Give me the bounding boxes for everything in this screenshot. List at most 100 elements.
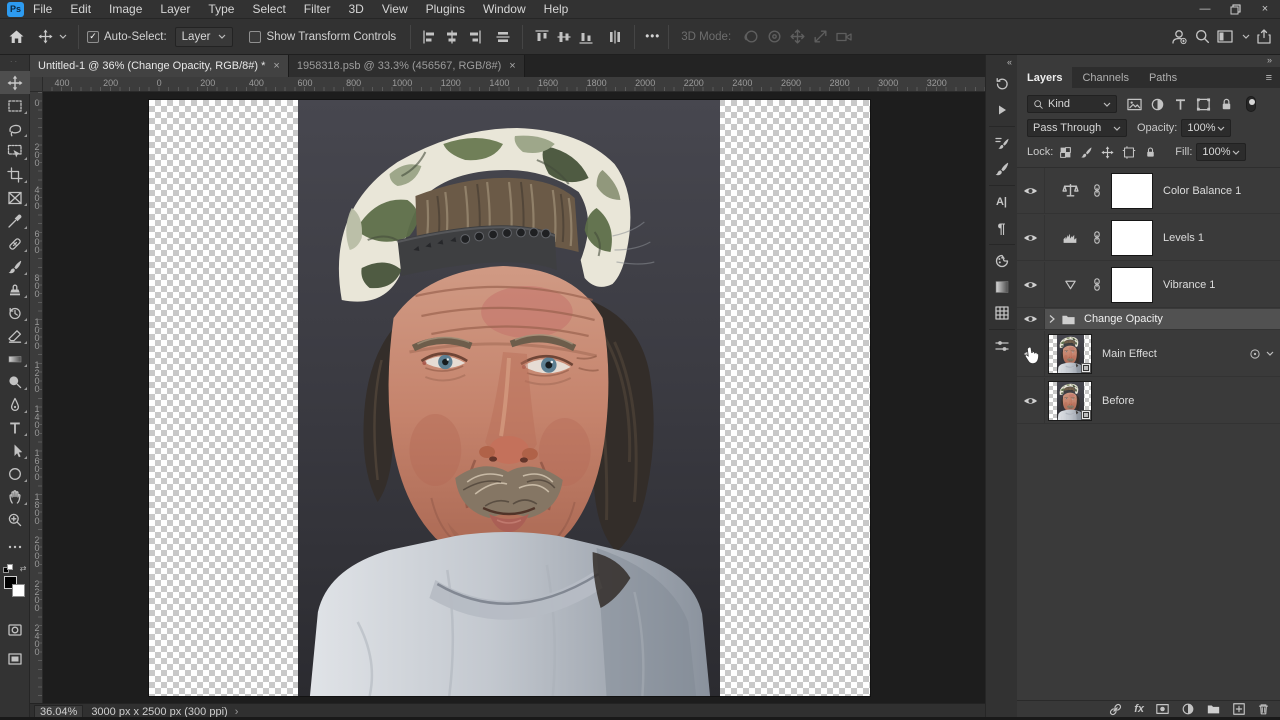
horizontal-ruler[interactable]: 400 200 0 200 400 600 800 1000 1200 1400… [30,77,985,92]
layer-visibility-toggle[interactable] [1017,215,1045,260]
minimize-button[interactable]: — [1190,0,1220,19]
crop-tool[interactable] [0,163,30,186]
adjustments-panel-icon[interactable] [989,334,1015,358]
spot-healing-brush-tool[interactable] [0,232,30,255]
layer-thumbnail[interactable] [1048,381,1092,421]
home-icon[interactable] [8,29,25,45]
toolbar-grip[interactable]: ·· [10,58,19,66]
document-canvas[interactable] [149,100,870,696]
tab-paths[interactable]: Paths [1139,67,1187,88]
layer-visibility-toggle[interactable] [1017,168,1045,213]
collapse-panels-icon[interactable]: » [1267,55,1272,65]
object-selection-tool[interactable] [0,140,30,163]
default-colors-icon[interactable] [3,564,13,574]
layer-name[interactable]: Vibrance 1 [1163,279,1215,291]
selected-group-row[interactable]: Change Opacity [1045,309,1280,329]
ellipse-tool[interactable] [0,462,30,485]
fill-field[interactable]: 100% [1196,143,1246,161]
document-tab-active[interactable]: Untitled-1 @ 36% (Change Opacity, RGB/8#… [30,55,289,77]
distribute-vertical-icon[interactable] [607,29,623,45]
distribute-horizontal-icon[interactable] [495,29,511,45]
actions-panel-icon[interactable] [989,98,1015,122]
layer-row-vibrance[interactable]: Vibrance 1 [1017,262,1280,308]
account-icon[interactable] [1170,28,1188,46]
brush-tool[interactable] [0,255,30,278]
close-tab-icon[interactable]: × [273,60,279,72]
swatches-panel-icon[interactable] [989,249,1015,273]
auto-select-checkbox[interactable]: ✓ [87,31,99,43]
layer-name[interactable]: Before [1102,395,1134,407]
expand-panels-icon[interactable]: « [1007,57,1012,67]
opacity-field[interactable]: 100% [1181,119,1231,137]
layer-visibility-toggle[interactable] [1017,262,1045,307]
menu-help[interactable]: Help [535,0,578,19]
close-tab-icon[interactable]: × [509,60,515,72]
align-top-icon[interactable] [534,29,550,45]
edit-toolbar-icon[interactable] [0,535,30,558]
layer-row-main-effect[interactable]: Main Effect [1017,331,1280,377]
vertical-ruler[interactable]: 0 200 400 600 800 1000 1200 1400 1600 18… [30,92,43,703]
menu-filter[interactable]: Filter [295,0,340,19]
layer-filtering-toggle[interactable] [1246,96,1256,112]
dodge-tool[interactable] [0,370,30,393]
layer-mask-thumbnail[interactable] [1111,220,1153,256]
layer-row-color-balance[interactable]: Color Balance 1 [1017,168,1280,214]
layer-visibility-toggle[interactable] [1017,378,1045,423]
layer-row-before[interactable]: Before [1017,378,1280,424]
clone-stamp-tool[interactable] [0,278,30,301]
layer-name[interactable]: Change Opacity [1084,313,1163,325]
photoshop-logo[interactable]: Ps [7,2,24,17]
ruler-origin-corner[interactable] [30,77,43,92]
filter-pixel-layers-icon[interactable] [1127,97,1142,112]
move-tool-icon[interactable] [38,29,53,44]
layer-row-group-change-opacity[interactable]: Change Opacity [1017,309,1280,330]
more-options-icon[interactable]: ••• [645,31,660,43]
quick-mask-button[interactable] [0,618,30,641]
swap-colors-icon[interactable]: ⇄ [20,564,27,573]
menu-type[interactable]: Type [199,0,243,19]
menu-edit[interactable]: Edit [61,0,100,19]
menu-view[interactable]: View [373,0,417,19]
move-tool[interactable] [0,71,30,94]
add-adjustment-layer-button[interactable] [1181,702,1195,716]
layer-name[interactable]: Main Effect [1102,348,1157,360]
align-right-icon[interactable] [466,29,482,45]
close-button[interactable]: × [1250,0,1280,19]
menu-image[interactable]: Image [100,0,151,19]
filter-smart-objects-icon[interactable] [1219,97,1234,112]
tab-channels[interactable]: Channels [1072,67,1138,88]
canvas-area[interactable] [43,92,985,703]
background-color-swatch[interactable] [12,584,25,597]
layer-styles-button[interactable]: fx [1134,703,1144,715]
gradients-panel-icon[interactable] [989,275,1015,299]
lock-position-icon[interactable] [1101,146,1114,159]
lasso-tool[interactable] [0,117,30,140]
lock-artboard-icon[interactable] [1122,146,1136,159]
new-layer-button[interactable] [1232,702,1246,716]
delete-layer-button[interactable] [1257,702,1270,716]
document-tab-inactive[interactable]: 1958318.psb @ 33.3% (456567, RGB/8#) × [289,55,525,77]
menu-layer[interactable]: Layer [151,0,199,19]
menu-plugins[interactable]: Plugins [417,0,474,19]
align-bottom-icon[interactable] [578,29,594,45]
tab-layers[interactable]: Layers [1017,67,1072,88]
workspace-switcher-icon[interactable] [1217,29,1236,45]
history-panel-icon[interactable] [989,72,1015,96]
filter-type-layers-icon[interactable] [1173,97,1188,112]
chevron-down-icon[interactable] [1266,351,1274,356]
gradient-tool[interactable] [0,347,30,370]
layer-mask-thumbnail[interactable] [1111,173,1153,209]
restore-button[interactable] [1220,0,1250,19]
layer-mask-thumbnail[interactable] [1111,267,1153,303]
layer-thumbnail[interactable] [1048,334,1092,374]
hand-tool[interactable] [0,485,30,508]
search-icon[interactable] [1194,28,1211,45]
screen-mode-button[interactable] [0,647,30,670]
lock-transparent-pixels-icon[interactable] [1059,146,1072,159]
menu-select[interactable]: Select [243,0,294,19]
eraser-tool[interactable] [0,324,30,347]
menu-3d[interactable]: 3D [339,0,372,19]
brushes-panel-icon[interactable] [989,157,1015,181]
align-left-icon[interactable] [422,29,438,45]
path-selection-tool[interactable] [0,439,30,462]
